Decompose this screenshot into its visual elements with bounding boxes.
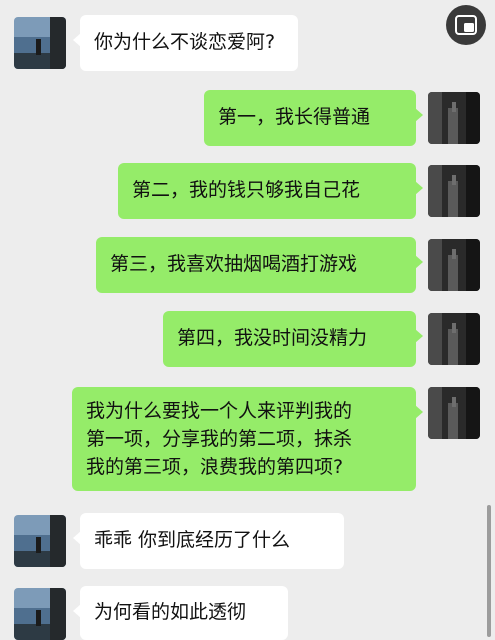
seaside-avatar bbox=[14, 588, 66, 640]
picture-in-picture-icon bbox=[455, 15, 477, 35]
sent-bubble[interactable]: 第四，我没时间没精力 bbox=[163, 311, 423, 367]
received-bubble[interactable]: 为何看的如此透彻 bbox=[73, 586, 288, 640]
sent-bubble[interactable]: 第二，我的钱只够我自己花 bbox=[118, 163, 423, 219]
dark-street-avatar bbox=[428, 165, 480, 217]
contact-avatar[interactable] bbox=[14, 17, 66, 69]
seaside-avatar bbox=[14, 515, 66, 567]
message-text: 第四，我没时间没精力 bbox=[177, 327, 368, 349]
dark-street-avatar bbox=[428, 239, 480, 291]
sent-bubble[interactable]: 第三，我喜欢抽烟喝酒打游戏 bbox=[96, 237, 423, 293]
my-avatar[interactable] bbox=[428, 165, 480, 217]
message-text: 乖乖 你到底经历了什么 bbox=[94, 529, 291, 551]
picture-in-picture-button[interactable] bbox=[446, 5, 486, 45]
scrollbar[interactable] bbox=[487, 505, 491, 637]
received-bubble[interactable]: 乖乖 你到底经历了什么 bbox=[73, 513, 344, 569]
seaside-avatar bbox=[14, 17, 66, 69]
sent-bubble[interactable]: 第一，我长得普通 bbox=[204, 90, 423, 146]
message-text: 第二，我的钱只够我自己花 bbox=[132, 179, 361, 201]
contact-avatar[interactable] bbox=[14, 588, 66, 640]
chat-area[interactable]: 你为什么不谈恋爱阿? 第一，我长得普通 第二，我的钱只够我自己花 第三，我喜欢抽… bbox=[0, 0, 495, 640]
dark-street-avatar bbox=[428, 387, 480, 439]
my-avatar[interactable] bbox=[428, 387, 480, 439]
message-text: 你为什么不谈恋爱阿? bbox=[94, 31, 276, 53]
message-text: 第三，我喜欢抽烟喝酒打游戏 bbox=[110, 253, 358, 275]
message-text: 为何看的如此透彻 bbox=[94, 601, 247, 623]
received-bubble[interactable]: 你为什么不谈恋爱阿? bbox=[73, 15, 298, 71]
message-text: 第一，我长得普通 bbox=[218, 106, 371, 128]
my-avatar[interactable] bbox=[428, 92, 480, 144]
message-text-line: 我为什么要找一个人来评判我的 bbox=[86, 400, 353, 422]
dark-street-avatar bbox=[428, 92, 480, 144]
contact-avatar[interactable] bbox=[14, 515, 66, 567]
message-text-line: 第一项，分享我的第二项，抹杀 bbox=[86, 428, 353, 450]
message-text-line: 我的第三项，浪费我的第四项? bbox=[86, 456, 344, 478]
sent-bubble[interactable]: 我为什么要找一个人来评判我的 第一项，分享我的第二项，抹杀 我的第三项，浪费我的… bbox=[72, 387, 423, 491]
my-avatar[interactable] bbox=[428, 239, 480, 291]
my-avatar[interactable] bbox=[428, 313, 480, 365]
dark-street-avatar bbox=[428, 313, 480, 365]
